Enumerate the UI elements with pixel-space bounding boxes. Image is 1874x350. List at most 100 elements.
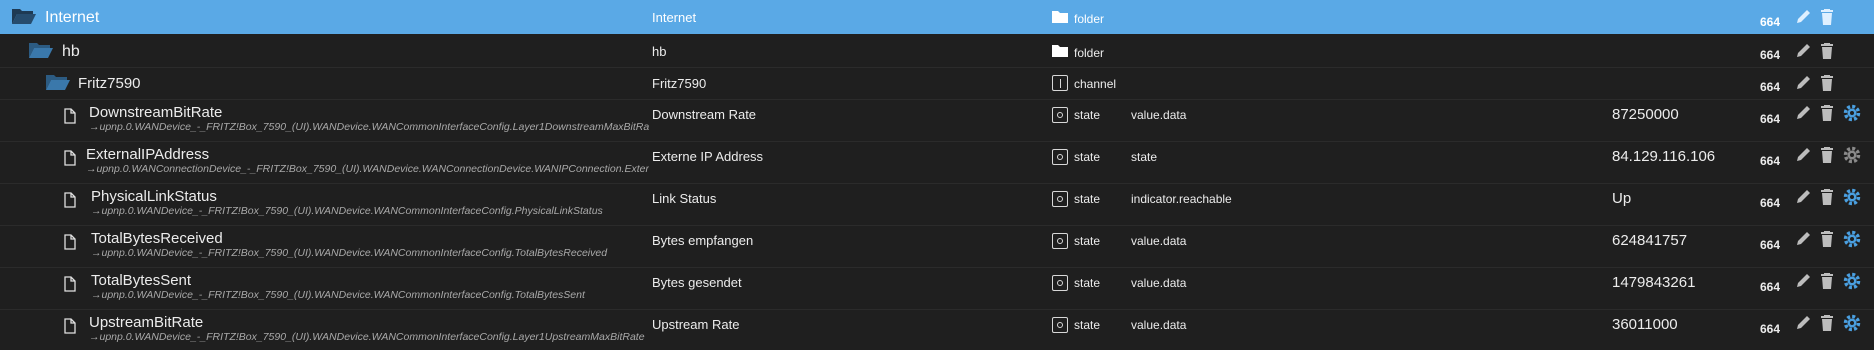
acl-label: 664 <box>1760 196 1781 210</box>
object-role: value.data <box>1131 108 1187 122</box>
tree-row-totalbytessent[interactable]: TotalBytesSent →upnp.0.WANDevice_-_FRITZ… <box>0 268 1874 310</box>
object-type: state <box>1074 108 1101 122</box>
edit-icon[interactable] <box>1793 74 1813 92</box>
display-name: hb <box>652 44 667 59</box>
object-value[interactable]: 36011000 <box>1612 316 1678 333</box>
object-name: PhysicalLinkStatus <box>91 188 217 205</box>
channel-icon <box>1052 75 1068 91</box>
file-icon <box>64 234 76 250</box>
alias-path: →upnp.0.WANConnectionDevice_-_FRITZ!Box_… <box>86 163 649 175</box>
delete-icon[interactable] <box>1819 74 1835 92</box>
display-name: Bytes gesendet <box>652 275 742 290</box>
object-name: TotalBytesReceived <box>91 230 223 247</box>
tree-row-totalbytesreceived[interactable]: TotalBytesReceived →upnp.0.WANDevice_-_F… <box>0 226 1874 268</box>
acl-label: 664 <box>1760 238 1781 252</box>
object-role: indicator.reachable <box>1131 192 1232 206</box>
tree-row-externalipaddress[interactable]: ExternalIPAddress →upnp.0.WANConnectionD… <box>0 142 1874 184</box>
object-type: folder <box>1074 46 1105 60</box>
object-value[interactable]: 624841757 <box>1612 232 1687 249</box>
delete-icon[interactable] <box>1819 188 1835 206</box>
delete-icon[interactable] <box>1819 8 1835 26</box>
object-role: value.data <box>1131 234 1187 248</box>
object-type: folder <box>1074 12 1105 26</box>
object-role: value.data <box>1131 318 1187 332</box>
gear-icon[interactable] <box>1842 313 1862 333</box>
delete-icon[interactable] <box>1819 272 1835 290</box>
file-icon <box>64 192 76 208</box>
display-name: Link Status <box>652 191 717 206</box>
state-icon <box>1052 191 1068 207</box>
display-name: Internet <box>652 10 697 25</box>
state-icon <box>1052 317 1068 333</box>
delete-icon[interactable] <box>1819 104 1835 122</box>
object-tree: Internet Internet folder 664 hb hb folde… <box>0 0 1874 350</box>
gear-icon[interactable] <box>1842 103 1862 123</box>
tree-row-physicallinkstatus[interactable]: PhysicalLinkStatus →upnp.0.WANDevice_-_F… <box>0 184 1874 226</box>
file-icon <box>64 150 76 166</box>
state-icon <box>1052 107 1068 123</box>
tree-row-upstreambitrate[interactable]: UpstreamBitRate →upnp.0.WANDevice_-_FRIT… <box>0 310 1874 350</box>
state-icon <box>1052 149 1068 165</box>
folder-open-icon[interactable] <box>28 41 54 59</box>
object-type: state <box>1074 234 1101 248</box>
object-type: state <box>1074 150 1101 164</box>
gear-icon[interactable] <box>1842 187 1862 207</box>
object-value[interactable]: 87250000 <box>1612 106 1679 123</box>
display-name: Upstream Rate <box>652 317 740 332</box>
acl-label: 664 <box>1760 80 1781 94</box>
file-icon <box>64 108 76 124</box>
folder-open-icon[interactable] <box>11 7 37 25</box>
object-name: Fritz7590 <box>78 75 141 92</box>
object-value[interactable]: 84.129.116.106 <box>1612 148 1715 165</box>
display-name: Downstream Rate <box>652 107 757 122</box>
gear-icon[interactable] <box>1842 271 1862 291</box>
object-name: ExternalIPAddress <box>86 146 210 163</box>
edit-icon[interactable] <box>1793 104 1813 122</box>
acl-label: 664 <box>1760 280 1781 294</box>
gear-icon[interactable] <box>1842 145 1862 165</box>
object-role: state <box>1131 150 1158 164</box>
object-name: TotalBytesSent <box>91 272 192 289</box>
file-icon <box>64 318 76 334</box>
delete-icon[interactable] <box>1819 146 1835 164</box>
object-name: DownstreamBitRate <box>89 104 223 121</box>
object-name: UpstreamBitRate <box>89 314 204 331</box>
acl-label: 664 <box>1760 154 1781 168</box>
edit-icon[interactable] <box>1793 188 1813 206</box>
folder-open-icon[interactable] <box>45 73 71 91</box>
folder-icon <box>1052 10 1068 23</box>
tree-row-downstreambitrate[interactable]: DownstreamBitRate →upnp.0.WANDevice_-_FR… <box>0 100 1874 142</box>
delete-icon[interactable] <box>1819 42 1835 60</box>
edit-icon[interactable] <box>1793 314 1813 332</box>
tree-row-hb[interactable]: hb hb folder 664 <box>0 34 1874 68</box>
state-icon <box>1052 275 1068 291</box>
alias-path: →upnp.0.WANDevice_-_FRITZ!Box_7590_(UI).… <box>91 289 585 301</box>
alias-path: →upnp.0.WANDevice_-_FRITZ!Box_7590_(UI).… <box>91 205 603 217</box>
object-type: state <box>1074 318 1101 332</box>
edit-icon[interactable] <box>1793 146 1813 164</box>
acl-label: 664 <box>1760 15 1781 29</box>
object-type: channel <box>1074 77 1117 91</box>
edit-icon[interactable] <box>1793 42 1813 60</box>
display-name: Externe IP Address <box>652 149 764 164</box>
object-role: value.data <box>1131 276 1187 290</box>
object-value[interactable]: Up <box>1612 190 1631 207</box>
edit-icon[interactable] <box>1793 230 1813 248</box>
object-name: Internet <box>45 9 100 26</box>
alias-path: →upnp.0.WANDevice_-_FRITZ!Box_7590_(UI).… <box>89 331 645 343</box>
delete-icon[interactable] <box>1819 314 1835 332</box>
display-name: Fritz7590 <box>652 76 707 91</box>
acl-label: 664 <box>1760 48 1781 62</box>
gear-icon[interactable] <box>1842 229 1862 249</box>
delete-icon[interactable] <box>1819 230 1835 248</box>
alias-path: →upnp.0.WANDevice_-_FRITZ!Box_7590_(UI).… <box>91 247 608 259</box>
tree-row-internet[interactable]: Internet Internet folder 664 <box>0 0 1874 34</box>
object-value[interactable]: 1479843261 <box>1612 274 1695 291</box>
edit-icon[interactable] <box>1793 272 1813 290</box>
edit-icon[interactable] <box>1793 8 1813 26</box>
tree-row-fritz7590[interactable]: Fritz7590 Fritz7590 channel 664 <box>0 66 1874 100</box>
folder-icon <box>1052 44 1068 57</box>
object-type: state <box>1074 192 1101 206</box>
state-icon <box>1052 233 1068 249</box>
display-name: Bytes empfangen <box>652 233 754 248</box>
